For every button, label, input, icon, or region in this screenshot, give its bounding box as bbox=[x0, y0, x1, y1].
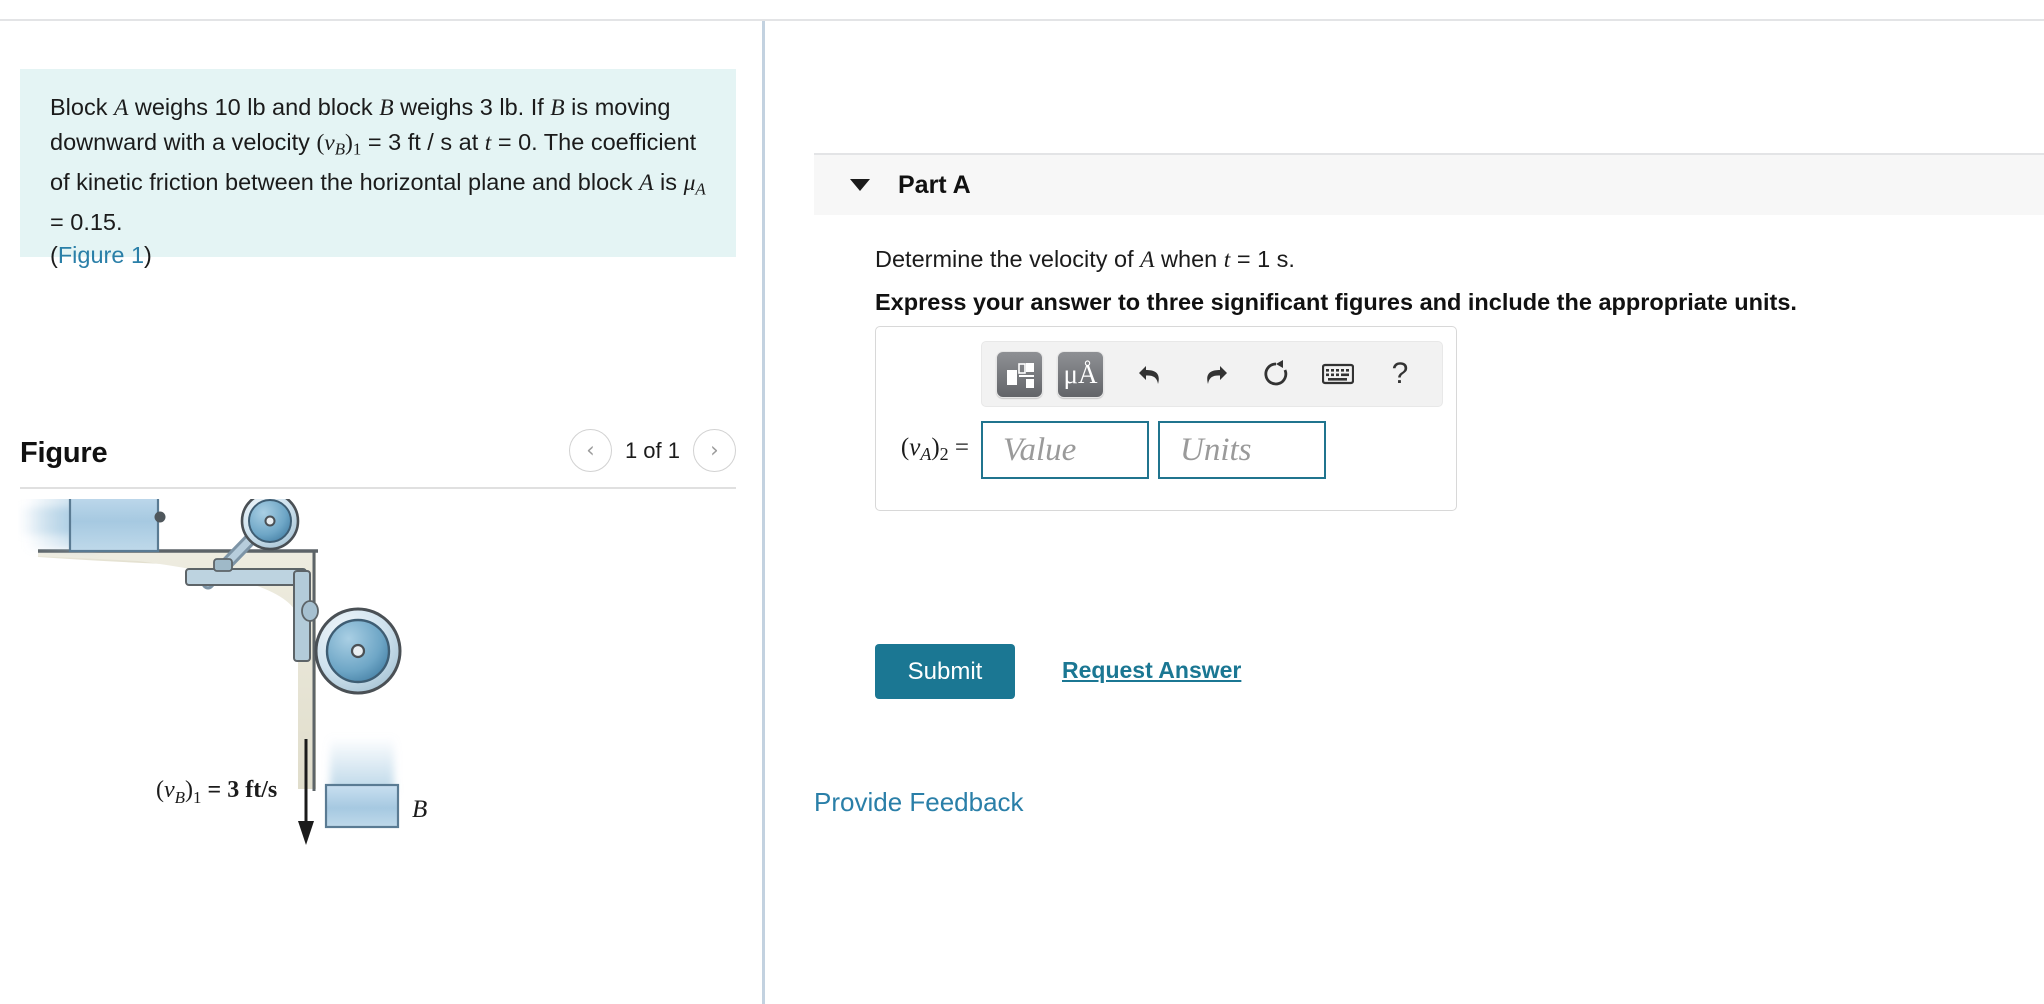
answer-variable-label: (vA)2 = bbox=[876, 434, 981, 465]
caret-down-icon[interactable] bbox=[850, 179, 870, 191]
upper-pulley-axle bbox=[264, 515, 276, 527]
question-statement-box: Block A weighs 10 lb and block B weighs … bbox=[20, 69, 736, 268]
units-placeholder: Units bbox=[1180, 431, 1252, 468]
provide-feedback-link[interactable]: Provide Feedback bbox=[814, 787, 1024, 818]
prompt-var-a: A bbox=[1140, 247, 1155, 273]
block-b bbox=[324, 783, 400, 829]
math-template-icon[interactable] bbox=[996, 350, 1043, 398]
vel-rest: = 3 ft/s bbox=[202, 777, 278, 803]
figure-next-button[interactable]: › bbox=[693, 429, 736, 472]
q-fig-paren-open: ( bbox=[50, 242, 58, 269]
table-surface bbox=[38, 551, 316, 789]
q-vb-sub: B bbox=[334, 139, 346, 159]
figure-nav: ‹ 1 of 1 › bbox=[568, 429, 736, 472]
units-icon-label: μÅ bbox=[1063, 358, 1098, 389]
answer-entry-box: μÅ ? (vA)2 = Value Units bbox=[875, 326, 1457, 511]
redo-icon[interactable] bbox=[1192, 352, 1236, 396]
q-var-b-1: B bbox=[379, 95, 394, 121]
bracket-plate bbox=[185, 568, 307, 586]
q-line4-c: = 0.15. bbox=[50, 208, 123, 235]
vel-v: v bbox=[164, 777, 175, 803]
math-toolbar: μÅ ? bbox=[981, 341, 1443, 407]
units-input[interactable]: Units bbox=[1158, 421, 1326, 479]
prompt-b: when bbox=[1154, 246, 1224, 272]
ans-eq: = bbox=[948, 434, 969, 462]
part-a-title: Part A bbox=[898, 170, 971, 199]
q-line1-b: weighs 10 lb and block bbox=[128, 94, 380, 120]
prompt-a: Determine the velocity of bbox=[875, 246, 1141, 272]
q-mu: μ bbox=[683, 169, 696, 196]
ans-sub: A bbox=[920, 444, 932, 465]
value-placeholder: Value bbox=[1003, 431, 1077, 468]
motion-blur-a2 bbox=[18, 507, 76, 535]
right-panel: Part A Determine the velocity of A when … bbox=[765, 21, 2044, 1004]
keyboard-icon[interactable] bbox=[1316, 352, 1360, 396]
q-fig-paren-close: ) bbox=[144, 242, 152, 269]
left-panel: Block A weighs 10 lb and block B weighs … bbox=[0, 21, 762, 1004]
help-icon-label: ? bbox=[1391, 357, 1409, 390]
figure-prev-button[interactable]: ‹ bbox=[568, 429, 612, 472]
part-a-header[interactable]: Part A bbox=[814, 153, 2044, 215]
units-icon[interactable]: μÅ bbox=[1057, 350, 1104, 398]
figure-1-link[interactable]: Figure 1 bbox=[58, 242, 144, 268]
q-line2-b: = 3 ft / s at bbox=[361, 128, 485, 155]
ans-paren-open: ( bbox=[900, 434, 910, 462]
q-var-a-2: A bbox=[639, 169, 654, 196]
page-root: Block A weighs 10 lb and block B weighs … bbox=[0, 0, 2044, 1004]
question-text: Block A weighs 10 lb and block B weighs … bbox=[50, 91, 710, 273]
q-line1-a: Block bbox=[50, 94, 114, 120]
q-line1-d: is bbox=[564, 94, 589, 120]
q-vb-v: v bbox=[324, 129, 335, 156]
q-var-b-2: B bbox=[550, 95, 565, 121]
reset-icon[interactable] bbox=[1254, 352, 1298, 396]
help-icon[interactable]: ? bbox=[1378, 352, 1422, 396]
q-mu-sub: A bbox=[695, 179, 706, 199]
figure-title: Figure bbox=[20, 437, 108, 469]
prompt-c: = 1 s. bbox=[1230, 246, 1295, 272]
submit-button[interactable]: Submit bbox=[875, 644, 1015, 699]
vel-idx: 1 bbox=[193, 788, 202, 807]
undo-icon[interactable] bbox=[1130, 352, 1174, 396]
ans-paren-close: ) bbox=[931, 434, 940, 462]
ans-idx: 2 bbox=[939, 444, 949, 465]
q-line4-a: plane and block bbox=[468, 168, 640, 195]
velocity-label: (vB)1 = 3 ft/s bbox=[156, 777, 277, 807]
physics-diagram: A bbox=[18, 499, 427, 845]
bracket-bolt-top bbox=[213, 558, 233, 572]
q-line2-c: = bbox=[491, 128, 512, 155]
velocity-arrow-head bbox=[298, 821, 314, 845]
part-a-prompt: Determine the velocity of A when t = 1 s… bbox=[875, 246, 1295, 274]
cord-anchor-a bbox=[154, 511, 166, 523]
request-answer-link[interactable]: Request Answer bbox=[1062, 657, 1241, 684]
ans-v: v bbox=[909, 434, 921, 462]
figure-header: Figure ‹ 1 of 1 › bbox=[20, 429, 736, 489]
q-line1-c: weighs 3 lb. If bbox=[393, 94, 551, 120]
q-paren-close: ) bbox=[345, 129, 353, 156]
q-line4-b: is bbox=[653, 168, 684, 195]
figure-divider bbox=[20, 487, 736, 489]
vel-paren-close: ) bbox=[185, 777, 193, 803]
answer-row: (vA)2 = Value Units bbox=[876, 419, 1458, 481]
vel-sub: B bbox=[175, 788, 186, 807]
vel-paren-open: ( bbox=[156, 777, 164, 803]
part-a-instruction: Express your answer to three significant… bbox=[875, 289, 1797, 315]
bracket-bolt-side bbox=[301, 600, 319, 622]
block-a bbox=[68, 499, 160, 553]
q-var-a-1: A bbox=[114, 95, 129, 121]
block-b-label: B bbox=[412, 796, 427, 823]
figure-counter: 1 of 1 bbox=[624, 437, 680, 463]
value-input[interactable]: Value bbox=[981, 421, 1149, 479]
